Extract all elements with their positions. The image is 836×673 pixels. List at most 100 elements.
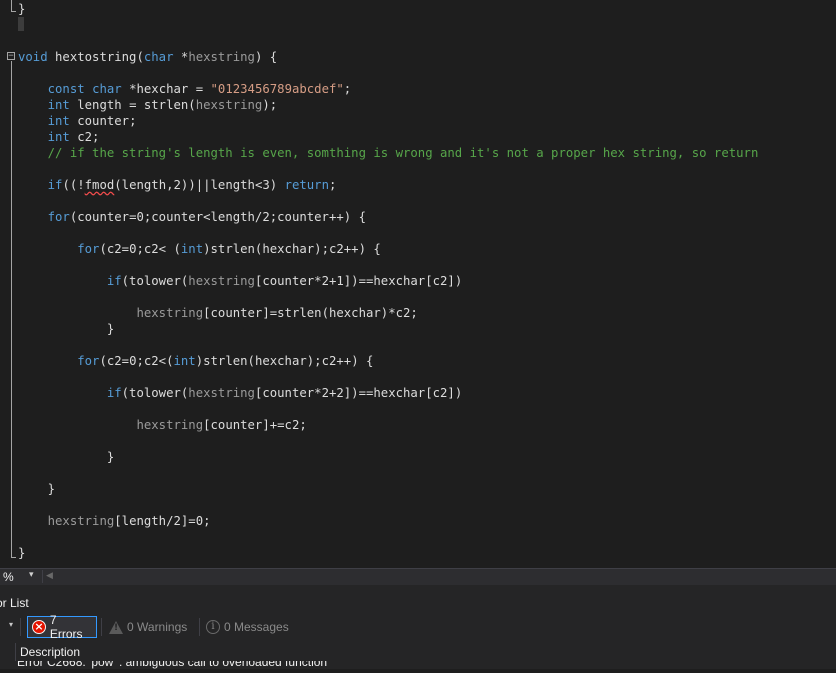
code-token: char xyxy=(143,50,174,64)
error-list-column-header: Description xyxy=(0,643,836,661)
code-text: } xyxy=(18,449,114,465)
code-token: [length/2]=0; xyxy=(114,514,211,528)
scroll-left-icon[interactable]: ◀ xyxy=(46,571,53,581)
code-token: hexstring xyxy=(136,418,204,432)
code-text: if(tolower(hexstring[counter*2+1])==hexc… xyxy=(18,273,462,289)
code-token: hexstring xyxy=(47,514,115,528)
code-text: } xyxy=(18,1,25,17)
code-token: int xyxy=(180,242,204,256)
code-token: )strlen(hexchar);c2++) { xyxy=(195,354,374,368)
code-token: int xyxy=(47,130,70,144)
code-token: ; xyxy=(328,178,337,192)
panel-title: or List xyxy=(0,596,29,610)
code-token: } xyxy=(18,2,26,16)
code-token: return xyxy=(284,178,329,192)
outline-guide-end xyxy=(11,557,16,558)
zoom-bar: % ▾ ◀ xyxy=(0,568,836,585)
outline-guide xyxy=(11,61,12,557)
divider xyxy=(15,643,16,661)
zoom-level[interactable]: % xyxy=(3,570,14,584)
text-cursor xyxy=(18,17,24,31)
code-token: int xyxy=(173,354,196,368)
table-row[interactable]: Error C2668: 'pow' : ambiguous call to o… xyxy=(0,661,836,673)
code-token: )strlen(hexchar);c2++) { xyxy=(203,242,381,256)
code-token: [counter*2+1])==hexchar[c2]) xyxy=(254,274,463,288)
code-text: for(counter=0;counter<length/2;counter++… xyxy=(18,209,366,225)
code-token: hexstring xyxy=(188,50,255,64)
code-token: ((! xyxy=(62,178,85,192)
code-token: *hexchar = xyxy=(121,82,211,96)
code-token: (c2=0;c2<( xyxy=(99,354,174,368)
code-token: (length,2))||length<3) xyxy=(114,178,285,192)
warning-icon: ! xyxy=(109,620,123,634)
code-token: for xyxy=(77,242,100,256)
code-text: const char *hexchar = "0123456789abcdef"… xyxy=(18,81,352,97)
code-token: for xyxy=(77,354,100,368)
scope-dropdown-icon[interactable]: ▾ xyxy=(9,620,13,629)
code-token: [counter]=strlen(hexchar)*c2; xyxy=(203,306,418,320)
code-text: if(tolower(hexstring[counter*2+2])==hexc… xyxy=(18,385,462,401)
code-text: } xyxy=(18,481,55,497)
divider xyxy=(20,618,21,636)
code-text: for(c2=0;c2<(int)strlen(hexchar);c2++) { xyxy=(18,353,373,369)
code-token: hextostring( xyxy=(47,50,144,64)
info-icon: i xyxy=(206,620,220,634)
code-text: int length = strlen(hexstring); xyxy=(18,97,278,113)
code-text: hexstring[counter]+=c2; xyxy=(18,417,307,433)
code-text: int c2; xyxy=(18,129,100,145)
code-token: char xyxy=(92,82,122,96)
code-text: void hextostring(char *hexstring) { xyxy=(18,49,277,65)
code-token: (tolower( xyxy=(121,274,189,288)
code-token: const xyxy=(47,82,85,96)
code-token: } xyxy=(18,450,115,464)
outline-guide-top xyxy=(11,0,12,11)
warnings-filter-button[interactable]: ! 0 Warnings xyxy=(105,616,191,638)
code-token: } xyxy=(18,322,115,336)
code-text: hexstring[counter]=strlen(hexchar)*c2; xyxy=(18,305,418,321)
code-token: } xyxy=(18,482,56,496)
code-token: ; xyxy=(343,82,352,96)
code-token: ) { xyxy=(254,50,278,64)
description-column-header[interactable]: Description xyxy=(20,645,80,659)
code-token: int xyxy=(47,114,70,128)
zoom-dropdown-icon[interactable]: ▾ xyxy=(29,570,34,580)
code-editor[interactable]: − } void hextostring(char *hexstring) { c… xyxy=(0,0,836,568)
code-token: [counter]+=c2; xyxy=(203,418,307,432)
code-token: * xyxy=(173,50,189,64)
code-token: void xyxy=(18,50,48,64)
warnings-count-label: 0 Warnings xyxy=(127,620,188,634)
code-token: [counter*2+2])==hexchar[c2]) xyxy=(254,386,463,400)
code-token: counter; xyxy=(69,114,137,128)
divider xyxy=(101,618,102,636)
code-token: hexstring xyxy=(188,274,255,288)
code-text: if((!fmod(length,2))||length<3) return; xyxy=(18,177,337,193)
code-text: int counter; xyxy=(18,113,137,129)
error-icon: × xyxy=(32,620,46,634)
code-token: } xyxy=(18,546,26,560)
divider xyxy=(42,570,43,583)
errors-filter-button[interactable]: × 7 Errors xyxy=(27,613,97,641)
collapse-region-icon[interactable]: − xyxy=(7,52,15,61)
code-token: for xyxy=(47,210,70,224)
code-token: if xyxy=(47,178,63,192)
error-description: Error C2668: 'pow' : ambiguous call to o… xyxy=(17,661,328,669)
code-token: // if the string's length is even, somth… xyxy=(47,146,759,160)
panel-splitter[interactable] xyxy=(0,585,836,595)
error-list-panel: or List ▾ × 7 Errors ! 0 Warnings i 0 Me… xyxy=(0,595,836,669)
error-list-toolbar: ▾ × 7 Errors ! 0 Warnings i 0 Messages xyxy=(0,613,836,641)
code-token: "0123456789abcdef" xyxy=(210,82,344,96)
messages-filter-button[interactable]: i 0 Messages xyxy=(202,616,293,638)
code-text: } xyxy=(18,321,114,337)
